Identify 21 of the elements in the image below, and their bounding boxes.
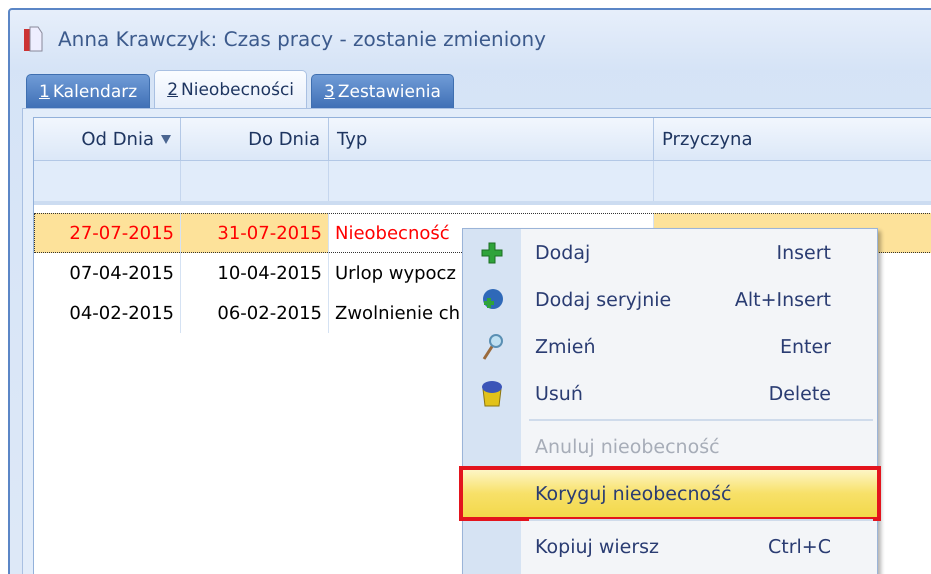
column-header[interactable]: Typ — [329, 118, 654, 160]
trash-icon — [480, 380, 504, 408]
window-title: Anna Krawczyk: Czas pracy - zostanie zmieniony — [58, 27, 546, 51]
table-cell: 27-07-2015 — [34, 213, 181, 253]
plus-icon — [480, 240, 504, 264]
tab[interactable]: 3 Zestawienia — [311, 74, 454, 108]
menu-item[interactable]: Usuń Delete — [463, 370, 877, 417]
column-header[interactable]: Od Dnia — [34, 118, 181, 160]
table-cell: 07-04-2015 — [34, 253, 181, 293]
table-cell: 10-04-2015 — [181, 253, 329, 293]
menu-item[interactable]: Koryguj nieobecność — [463, 470, 877, 517]
tab[interactable]: 2 Nieobecności — [154, 70, 308, 108]
table-cell: 04-02-2015 — [34, 293, 181, 333]
tab[interactable]: 1 Kalendarz — [26, 74, 150, 108]
menu-item[interactable]: Kopiuj wiersz Ctrl+C — [463, 523, 877, 570]
column-header[interactable]: Do Dnia — [181, 118, 329, 160]
filter-row[interactable] — [34, 161, 931, 205]
magnifier-icon — [480, 332, 504, 360]
column-header[interactable]: Przyczyna — [654, 118, 931, 160]
table-cell: 06-02-2015 — [181, 293, 329, 333]
document-icon — [22, 25, 44, 53]
